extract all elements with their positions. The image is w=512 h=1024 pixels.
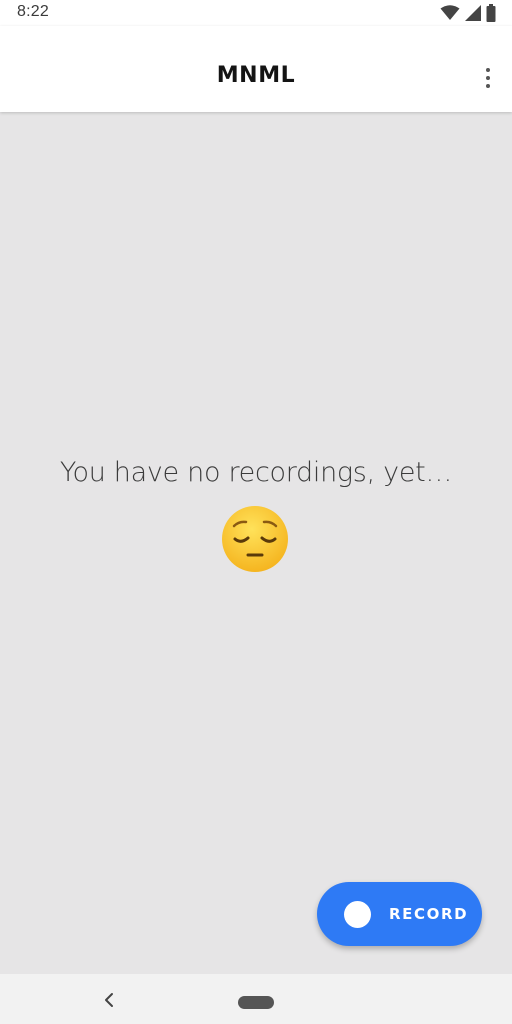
system-nav-bar bbox=[0, 974, 512, 1024]
record-button[interactable]: RECORD bbox=[317, 882, 482, 946]
status-icons bbox=[440, 4, 496, 22]
record-dot-icon bbox=[344, 900, 371, 928]
battery-icon bbox=[486, 4, 496, 22]
status-time: 8:22 bbox=[17, 3, 49, 20]
app-bar: MNML bbox=[0, 26, 512, 112]
app-title: MNML bbox=[216, 63, 296, 88]
empty-state-message: You have no recordings, yet… bbox=[59, 457, 453, 488]
record-button-label: RECORD bbox=[389, 905, 469, 923]
cellular-signal-icon bbox=[465, 5, 481, 21]
wifi-icon bbox=[440, 5, 460, 20]
home-pill-icon[interactable] bbox=[238, 996, 274, 1009]
back-icon[interactable] bbox=[102, 992, 116, 1008]
status-bar: 8:22 bbox=[0, 0, 512, 26]
pensive-face-emoji bbox=[222, 506, 288, 572]
more-vert-icon[interactable] bbox=[480, 66, 496, 90]
